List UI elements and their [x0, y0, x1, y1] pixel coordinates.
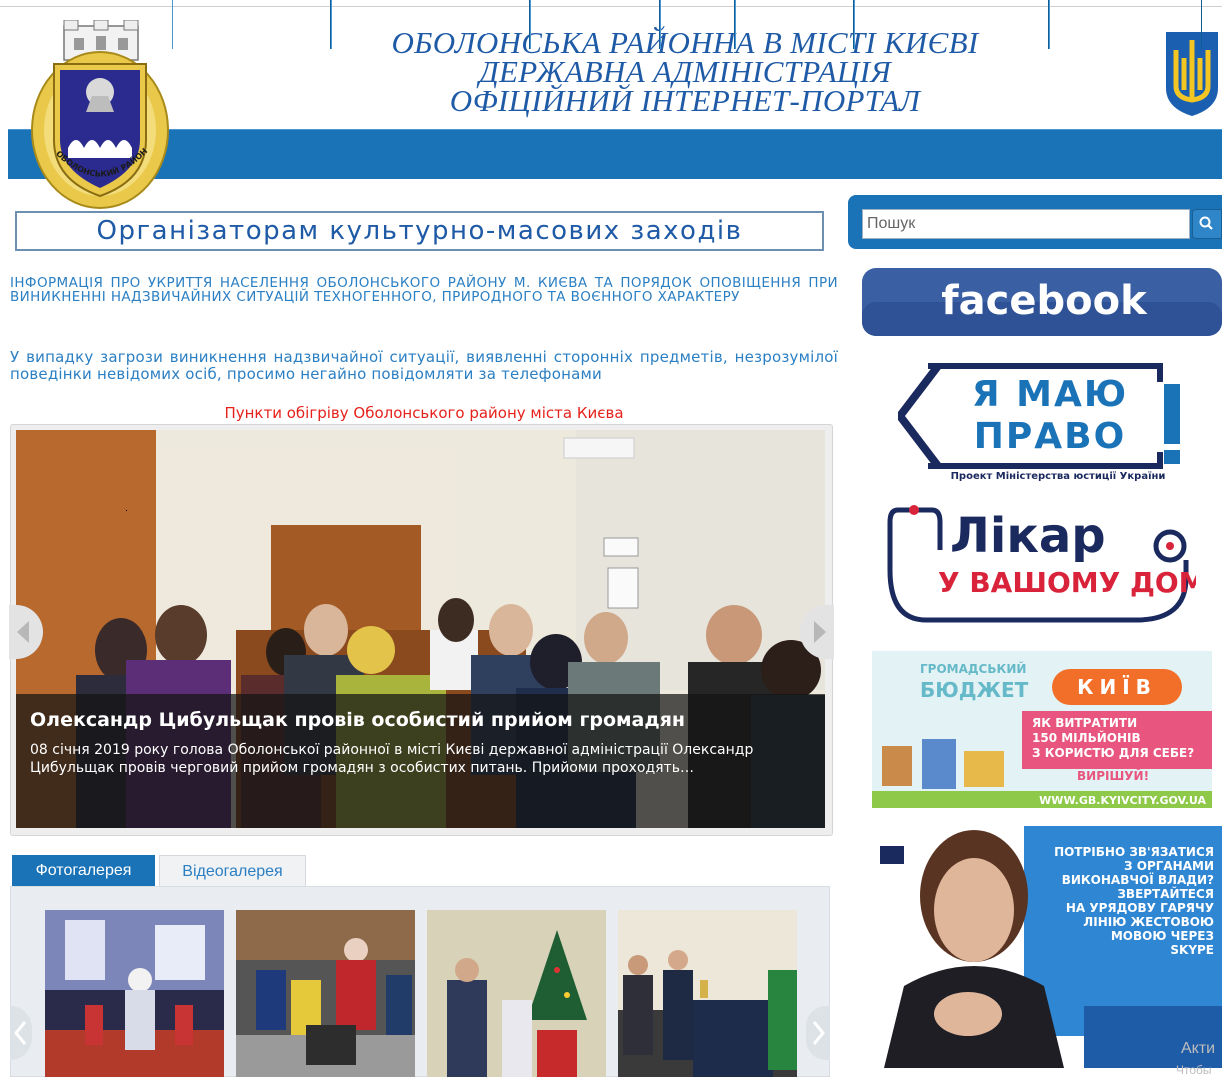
- tab-video-gallery[interactable]: Відеогалерея: [159, 855, 306, 887]
- svg-text:ПРАВО: ПРАВО: [974, 416, 1126, 457]
- svg-text:БЮДЖЕТ: БЮДЖЕТ: [920, 678, 1029, 702]
- svg-text:SKYPE: SKYPE: [1170, 943, 1214, 957]
- gallery-prev-button[interactable]: [10, 1006, 32, 1060]
- svg-text:МОВОЮ ЧЕРЕЗ: МОВОЮ ЧЕРЕЗ: [1111, 929, 1214, 943]
- emergency-notice: У випадку загрози виникнення надзвичайно…: [10, 348, 838, 383]
- gallery-thumbnail[interactable]: [236, 910, 415, 1077]
- chevron-left-icon: [17, 621, 29, 643]
- heating-points-link[interactable]: Пункти обігріву Оболонського району міст…: [10, 404, 838, 422]
- gallery-thumbnail[interactable]: [45, 910, 224, 1077]
- sign-language-hotline-banner[interactable]: ПОТРІБНО ЗВ'ЯЗАТИСЯ З ОРГАНАМИ ВИКОНАВЧО…: [864, 826, 1222, 1068]
- site-title-line: ОФІЦІЙНИЙ ІНТЕРНЕТ-ПОРТАЛ: [449, 83, 921, 118]
- chevron-left-icon: [14, 1021, 27, 1045]
- slide-title[interactable]: Олександр Цибульщак провів особистий при…: [30, 709, 685, 731]
- nav-item-consultations[interactable]: КОНСУЛЬТАЦІЇ: [854, 0, 1049, 49]
- svg-text:ЯК ВИТРАТИТИ: ЯК ВИТРАТИТИ: [1032, 716, 1137, 730]
- facebook-banner[interactable]: facebook: [862, 268, 1222, 336]
- tab-photo-gallery[interactable]: Фотогалерея: [12, 855, 155, 887]
- svg-text:ПОТРІБНО ЗВ'ЯЗАТИСЯ: ПОТРІБНО ЗВ'ЯЗАТИСЯ: [1054, 845, 1214, 859]
- windows-activation-watermark: Чтобы: [1176, 1063, 1212, 1077]
- nav-item-media[interactable]: ЗМІ: [660, 0, 735, 49]
- gallery-thumbnail[interactable]: [427, 910, 606, 1077]
- gallery-next-button[interactable]: [806, 1006, 830, 1060]
- svg-text:Я МАЮ: Я МАЮ: [972, 374, 1128, 415]
- slide-excerpt: 08 січня 2019 року голова Оболонської ра…: [30, 742, 754, 776]
- i-have-right-banner[interactable]: Я МАЮ ПРАВО Проект Міністерства юстиції …: [898, 362, 1190, 482]
- slider-next-button[interactable]: [800, 605, 834, 659]
- main-nav: [8, 129, 1222, 179]
- svg-text:У ВАШОМУ ДОМІ: У ВАШОМУ ДОМІ: [938, 566, 1196, 599]
- svg-text:Лікар: Лікар: [950, 508, 1106, 564]
- shelter-info-link[interactable]: ІНФОРМАЦІЯ ПРО УКРИТТЯ НАСЕЛЕННЯ ОБОЛОНС…: [10, 276, 838, 304]
- windows-activation-watermark: Акти: [1181, 1040, 1216, 1057]
- search-icon: [1199, 216, 1213, 230]
- public-budget-banner[interactable]: ГРОМАДСЬКИЙ БЮДЖЕТ КИЇВ ЯК ВИТРАТИТИ 150…: [872, 651, 1212, 808]
- nav-item-call-center[interactable]: КЦ 1551: [735, 0, 854, 49]
- search-input[interactable]: [862, 209, 1190, 239]
- svg-text:КИЇВ: КИЇВ: [1077, 675, 1157, 699]
- nav-item-e-city[interactable]: Е-МІСТО: [530, 0, 660, 49]
- nav-item-contacts[interactable]: КОНТАКТИ: [1049, 0, 1202, 49]
- svg-text:З ОРГАНАМИ: З ОРГАНАМИ: [1124, 859, 1214, 873]
- svg-text:ВИРІШУЙ!: ВИРІШУЙ!: [1077, 768, 1149, 783]
- svg-text:ВИКОНАВЧОЇ ВЛАДИ?: ВИКОНАВЧОЇ ВЛАДИ?: [1062, 872, 1214, 887]
- svg-text:WWW.GB.KYIVCITY.GOV.UA: WWW.GB.KYIVCITY.GOV.UA: [1039, 794, 1206, 807]
- svg-text:ЗВЕРТАЙТЕСЯ: ЗВЕРТАЙТЕСЯ: [1117, 886, 1214, 901]
- svg-text:НА УРЯДОВУ ГАРЯЧУ: НА УРЯДОВУ ГАРЯЧУ: [1066, 901, 1214, 915]
- site-title-line: ДЕРЖАВНА АДМІНІСТРАЦІЯ: [478, 54, 892, 89]
- doctor-at-home-banner[interactable]: Лікар У ВАШОМУ ДОМІ: [886, 500, 1196, 628]
- chevron-right-icon: [812, 1021, 825, 1045]
- svg-text:ГРОМАДСЬКИЙ: ГРОМАДСЬКИЙ: [920, 661, 1026, 676]
- search-button[interactable]: [1192, 209, 1222, 239]
- svg-text:150 МІЛЬЙОНІВ: 150 МІЛЬЙОНІВ: [1032, 730, 1141, 745]
- svg-text:З КОРИСТЮ ДЛЯ СЕБЕ?: З КОРИСТЮ ДЛЯ СЕБЕ?: [1032, 746, 1194, 760]
- svg-text:ЛІНІЮ ЖЕСТОВОЮ: ЛІНІЮ ЖЕСТОВОЮ: [1083, 915, 1214, 929]
- chevron-right-icon: [814, 621, 826, 643]
- slider-prev-button[interactable]: [9, 605, 43, 659]
- svg-text:Проект Міністерства юстиції Ук: Проект Міністерства юстиції України: [951, 470, 1166, 482]
- district-crest-logo[interactable]: ОБОЛОНСЬКИЙ РАЙОН КИЄВА: [28, 20, 173, 215]
- nav-item-administration[interactable]: АДМІНІСТРАЦІЯ: [331, 0, 530, 49]
- gallery-thumbnail[interactable]: [618, 910, 797, 1077]
- nav-item-about-district[interactable]: ПРО РАЙОН: [172, 0, 331, 49]
- facebook-logo-text: facebook: [941, 278, 1148, 324]
- organizers-link[interactable]: Організаторам культурно-масових заходів: [15, 211, 824, 251]
